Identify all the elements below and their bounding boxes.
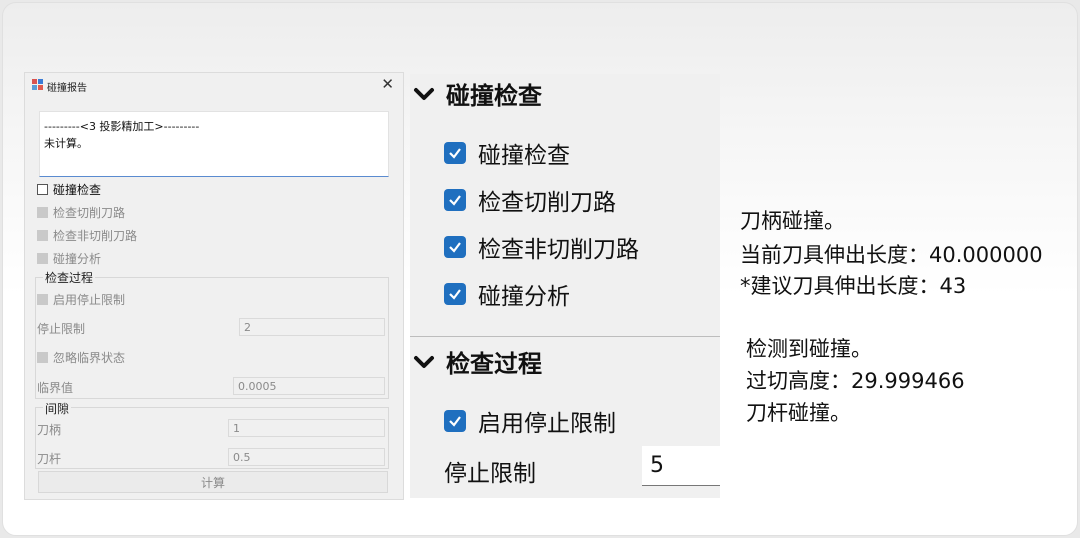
enable-stop-limit-checkbox[interactable]: 启用停止限制 <box>37 291 125 308</box>
report-line: 未计算。 <box>44 137 88 150</box>
report-output[interactable]: ---------<3 投影精加工>--------- 未计算。 <box>39 111 389 177</box>
critical-label: 临界值 <box>37 381 74 395</box>
group-label: 检查过程 <box>43 269 96 286</box>
chevron-down-icon <box>414 87 434 100</box>
result-line: 刀杆碰撞。 <box>746 401 851 425</box>
checkbox-checked-icon <box>444 189 466 211</box>
zoom-stop-limit-label: 停止限制 <box>444 461 536 487</box>
checkbox-label: 碰撞分析 <box>53 252 102 266</box>
section-title: 碰撞检查 <box>446 82 542 110</box>
zoom-enable-stop-limit-checkbox[interactable]: 启用停止限制 <box>444 404 616 438</box>
section-header-process[interactable]: 检查过程 <box>410 344 542 379</box>
checkbox-icon <box>37 184 48 195</box>
collision-check-checkbox[interactable]: 碰撞检查 <box>37 181 101 198</box>
checkbox-checked-icon <box>444 142 466 164</box>
result-line: 刀柄碰撞。 <box>740 209 845 233</box>
checkbox-icon <box>37 230 48 241</box>
section-divider <box>410 336 720 337</box>
collision-analysis-checkbox[interactable]: 碰撞分析 <box>37 250 101 267</box>
stop-limit-label: 停止限制 <box>37 322 86 336</box>
checkbox-label: 启用停止限制 <box>53 293 126 307</box>
holder-input[interactable]: 1 <box>228 419 385 437</box>
check-noncutting-checkbox[interactable]: 检查非切削刀路 <box>37 227 137 244</box>
report-line: ---------<3 投影精加工>--------- <box>44 120 200 133</box>
compute-button[interactable]: 计算 <box>38 471 388 493</box>
app-icon <box>32 79 43 90</box>
result-line: 过切高度：29.999466 <box>746 369 965 393</box>
result-line: 当前刀具伸出长度：40.000000 <box>740 243 1043 267</box>
checkbox-icon <box>37 207 48 218</box>
checkbox-checked-icon <box>444 283 466 305</box>
dialog-titlebar[interactable]: 碰撞报告 ✕ <box>25 73 403 97</box>
section-title: 检查过程 <box>446 350 542 378</box>
group-label: 间隙 <box>43 400 72 417</box>
zoomed-settings-panel: 碰撞检查 碰撞检查 检查切削刀路 检查非切削刀路 碰撞分析 检查过程 启用停止限… <box>410 74 720 498</box>
checkbox-label: 碰撞检查 <box>53 183 102 197</box>
shank-label: 刀杆 <box>37 452 62 466</box>
checkbox-label: 碰撞分析 <box>478 284 570 310</box>
checkbox-icon <box>37 294 48 305</box>
stop-limit-input[interactable]: 2 <box>239 318 385 336</box>
section-header-collision[interactable]: 碰撞检查 <box>410 76 542 111</box>
chevron-down-icon <box>414 355 434 368</box>
result-line: *建议刀具伸出长度：43 <box>740 274 967 298</box>
checkbox-label: 检查切削刀路 <box>53 206 126 220</box>
ignore-critical-checkbox[interactable]: 忽略临界状态 <box>37 349 125 366</box>
shank-input[interactable]: 0.5 <box>228 448 385 466</box>
checkbox-label: 检查非切削刀路 <box>53 229 138 243</box>
checkbox-label: 忽略临界状态 <box>53 351 126 365</box>
zoom-collision-check-checkbox[interactable]: 碰撞检查 <box>444 136 570 170</box>
checkbox-label: 启用停止限制 <box>478 411 616 437</box>
dialog-title: 碰撞报告 <box>47 83 87 94</box>
zoom-check-noncutting-checkbox[interactable]: 检查非切削刀路 <box>444 230 639 264</box>
checkbox-icon <box>37 253 48 264</box>
result-line: 检测到碰撞。 <box>746 337 872 361</box>
checkbox-label: 检查切削刀路 <box>478 190 616 216</box>
holder-label: 刀柄 <box>37 423 62 437</box>
checkbox-icon <box>37 352 48 363</box>
close-icon[interactable]: ✕ <box>381 76 394 92</box>
checkbox-label: 碰撞检查 <box>478 143 570 169</box>
checkbox-label: 检查非切削刀路 <box>478 237 639 263</box>
checkbox-checked-icon <box>444 410 466 432</box>
collision-report-dialog: 碰撞报告 ✕ ---------<3 投影精加工>--------- 未计算。 … <box>24 72 404 500</box>
zoom-check-cutting-checkbox[interactable]: 检查切削刀路 <box>444 183 616 217</box>
checkbox-checked-icon <box>444 236 466 258</box>
check-cutting-checkbox[interactable]: 检查切削刀路 <box>37 204 125 221</box>
zoom-collision-analysis-checkbox[interactable]: 碰撞分析 <box>444 277 570 311</box>
zoom-stop-limit-input[interactable]: 5 <box>642 446 720 486</box>
critical-input[interactable]: 0.0005 <box>233 377 385 395</box>
